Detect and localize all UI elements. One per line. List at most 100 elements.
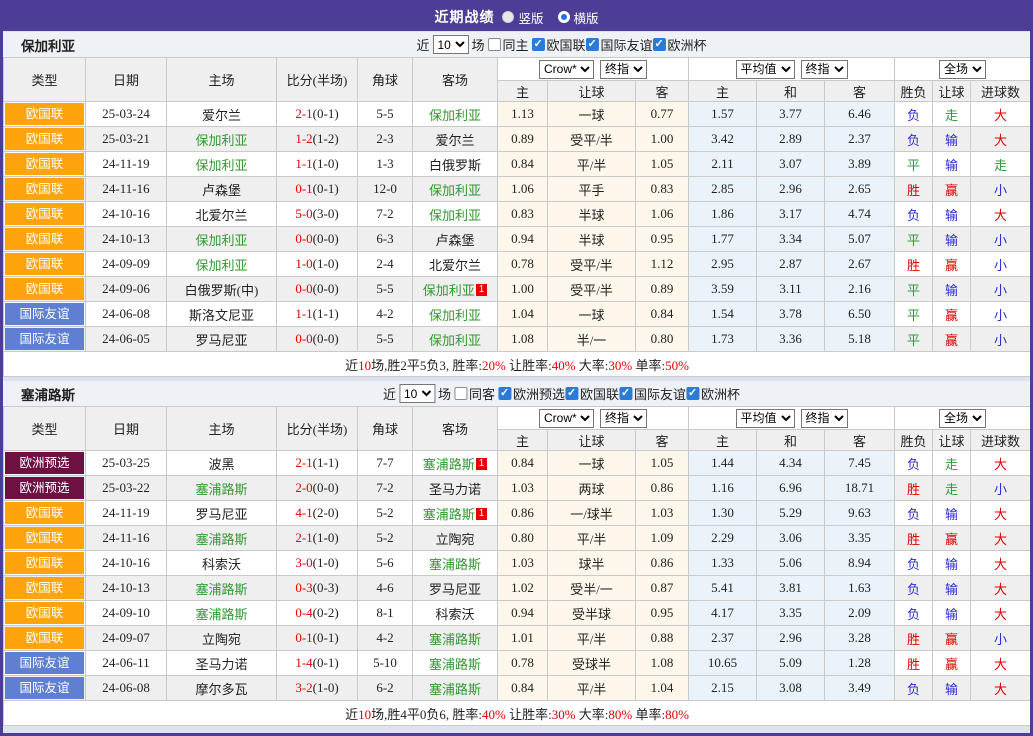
score-halftime: (1-0) <box>313 256 339 271</box>
odds-home: 0.78 <box>498 252 548 277</box>
league-badge: 欧洲预选 <box>5 452 84 474</box>
summary-row: 近10场,胜4平0负6, 胜率:40% 让胜率:30% 大率:80% 单率:80… <box>4 701 1031 726</box>
league-filter[interactable]: 欧洲杯 <box>686 384 740 403</box>
result-wdl: 负 <box>895 202 933 227</box>
avg-home: 1.77 <box>689 227 757 252</box>
avg-away: 3.28 <box>825 626 895 651</box>
checkbox-checked-icon[interactable] <box>653 38 666 51</box>
score-halftime: (0-0) <box>313 231 339 246</box>
result-handicap: 输 <box>933 501 971 526</box>
match-date: 24-11-16 <box>86 526 167 551</box>
result-wdl: 负 <box>895 102 933 127</box>
home-team: 白俄罗斯(中) <box>167 277 277 302</box>
match-league-cell: 欧国联 <box>4 601 86 626</box>
scope-select[interactable]: 全场 <box>939 60 986 79</box>
score-halftime: (3-0) <box>313 206 339 221</box>
avg-stage-select[interactable]: 终指 <box>801 60 848 79</box>
score-fulltime: 2-1 <box>295 530 312 545</box>
sub-col-result: 胜负 <box>895 430 933 451</box>
avg-draw: 5.29 <box>757 501 825 526</box>
corner-score: 7-2 <box>358 202 413 227</box>
odds-home: 0.94 <box>498 601 548 626</box>
match-date: 25-03-21 <box>86 127 167 152</box>
odds-stage-select[interactable]: 终指 <box>600 60 647 79</box>
col-away: 客场 <box>413 407 498 451</box>
match-count-select[interactable]: 10 <box>432 35 468 54</box>
result-group: 全场 <box>895 58 1031 81</box>
result-wdl: 平 <box>895 327 933 352</box>
league-filter-group: 欧洲预选欧国联国际友谊欧洲杯 <box>498 384 740 404</box>
score-fulltime: 4-1 <box>295 505 312 520</box>
avg-draw: 3.35 <box>757 601 825 626</box>
score-fulltime: 0-0 <box>295 281 312 296</box>
home-team: 保加利亚 <box>167 227 277 252</box>
checkbox-checked-icon[interactable] <box>498 387 511 400</box>
away-team-name: 保加利亚 <box>429 333 481 348</box>
odds-away: 0.88 <box>636 626 689 651</box>
avg-stage-select[interactable]: 终指 <box>801 409 848 428</box>
result-goals: 大 <box>971 127 1031 152</box>
result-handicap: 赢 <box>933 327 971 352</box>
league-badge: 国际友谊 <box>5 328 84 350</box>
match-score: 1-4(0-1) <box>277 651 358 676</box>
corner-score: 7-2 <box>358 476 413 501</box>
odds-handicap: 受平/半 <box>548 127 636 152</box>
score-halftime: (0-0) <box>313 331 339 346</box>
result-goals: 小 <box>971 177 1031 202</box>
odds-home: 1.02 <box>498 576 548 601</box>
avg-select[interactable]: 平均值 <box>736 409 795 428</box>
corner-score: 5-2 <box>358 501 413 526</box>
home-team: 爱尔兰 <box>167 102 277 127</box>
same-venue-filter[interactable]: 同客 <box>454 384 495 403</box>
league-filter[interactable]: 欧国联 <box>532 35 586 54</box>
match-date: 24-06-11 <box>86 651 167 676</box>
layout-radio-option[interactable]: 横版 <box>558 8 599 27</box>
bookmaker-select[interactable]: Crow* <box>539 409 594 428</box>
checkbox-checked-icon[interactable] <box>686 387 699 400</box>
league-filter[interactable]: 国际友谊 <box>586 35 653 54</box>
checkbox-checked-icon[interactable] <box>586 38 599 51</box>
same-venue-checkbox[interactable] <box>454 387 467 400</box>
league-filter[interactable]: 欧洲杯 <box>653 35 707 54</box>
score-fulltime: 0-0 <box>295 331 312 346</box>
away-team-name: 塞浦路斯 <box>429 557 481 572</box>
corner-score: 6-2 <box>358 676 413 701</box>
league-filter[interactable]: 欧国联 <box>565 384 619 403</box>
same-venue-checkbox[interactable] <box>487 38 500 51</box>
scope-select[interactable]: 全场 <box>939 409 986 428</box>
bookmaker-select[interactable]: Crow* <box>539 60 594 79</box>
result-handicap: 赢 <box>933 302 971 327</box>
radio-unchecked-icon[interactable] <box>502 11 514 23</box>
score-halftime: (2-0) <box>313 505 339 520</box>
result-wdl: 平 <box>895 302 933 327</box>
corner-score: 7-7 <box>358 451 413 476</box>
checkbox-checked-icon[interactable] <box>565 387 578 400</box>
league-filter[interactable]: 国际友谊 <box>619 384 686 403</box>
league-filter-label: 欧洲杯 <box>701 384 740 403</box>
match-row: 欧国联24-11-16卢森堡0-1(0-1)12-0保加利亚1.06平手0.83… <box>4 177 1031 202</box>
avg-draw: 3.17 <box>757 202 825 227</box>
sub-col-handicap-result: 让球 <box>933 81 971 102</box>
away-team-name: 罗马尼亚 <box>429 582 481 597</box>
summary-segment: 大率: <box>576 358 609 373</box>
layout-radio-option[interactable]: 竖版 <box>502 8 543 27</box>
odds-home: 0.84 <box>498 676 548 701</box>
score-fulltime: 0-3 <box>295 580 312 595</box>
league-filter[interactable]: 欧洲预选 <box>498 384 565 403</box>
match-row: 国际友谊24-06-05罗马尼亚0-0(0-0)5-5保加利亚1.08半/一0.… <box>4 327 1031 352</box>
match-count-select[interactable]: 10 <box>399 384 435 403</box>
radio-checked-icon[interactable] <box>558 11 570 23</box>
checkbox-checked-icon[interactable] <box>532 38 545 51</box>
checkbox-checked-icon[interactable] <box>619 387 632 400</box>
layout-radio-group: 竖版横版 <box>502 8 598 27</box>
avg-select[interactable]: 平均值 <box>736 60 795 79</box>
summary-segment: 40% <box>552 358 576 373</box>
away-team: 北爱尔兰 <box>413 252 498 277</box>
odds-stage-select[interactable]: 终指 <box>600 409 647 428</box>
away-team-name: 爱尔兰 <box>435 133 474 148</box>
home-team: 立陶宛 <box>167 626 277 651</box>
match-rows: 欧国联25-03-24爱尔兰2-1(0-1)5-5保加利亚1.13一球0.771… <box>4 102 1031 352</box>
corner-score: 1-3 <box>358 152 413 177</box>
odds-handicap: 半/一 <box>548 327 636 352</box>
same-venue-filter[interactable]: 同主 <box>487 35 528 54</box>
